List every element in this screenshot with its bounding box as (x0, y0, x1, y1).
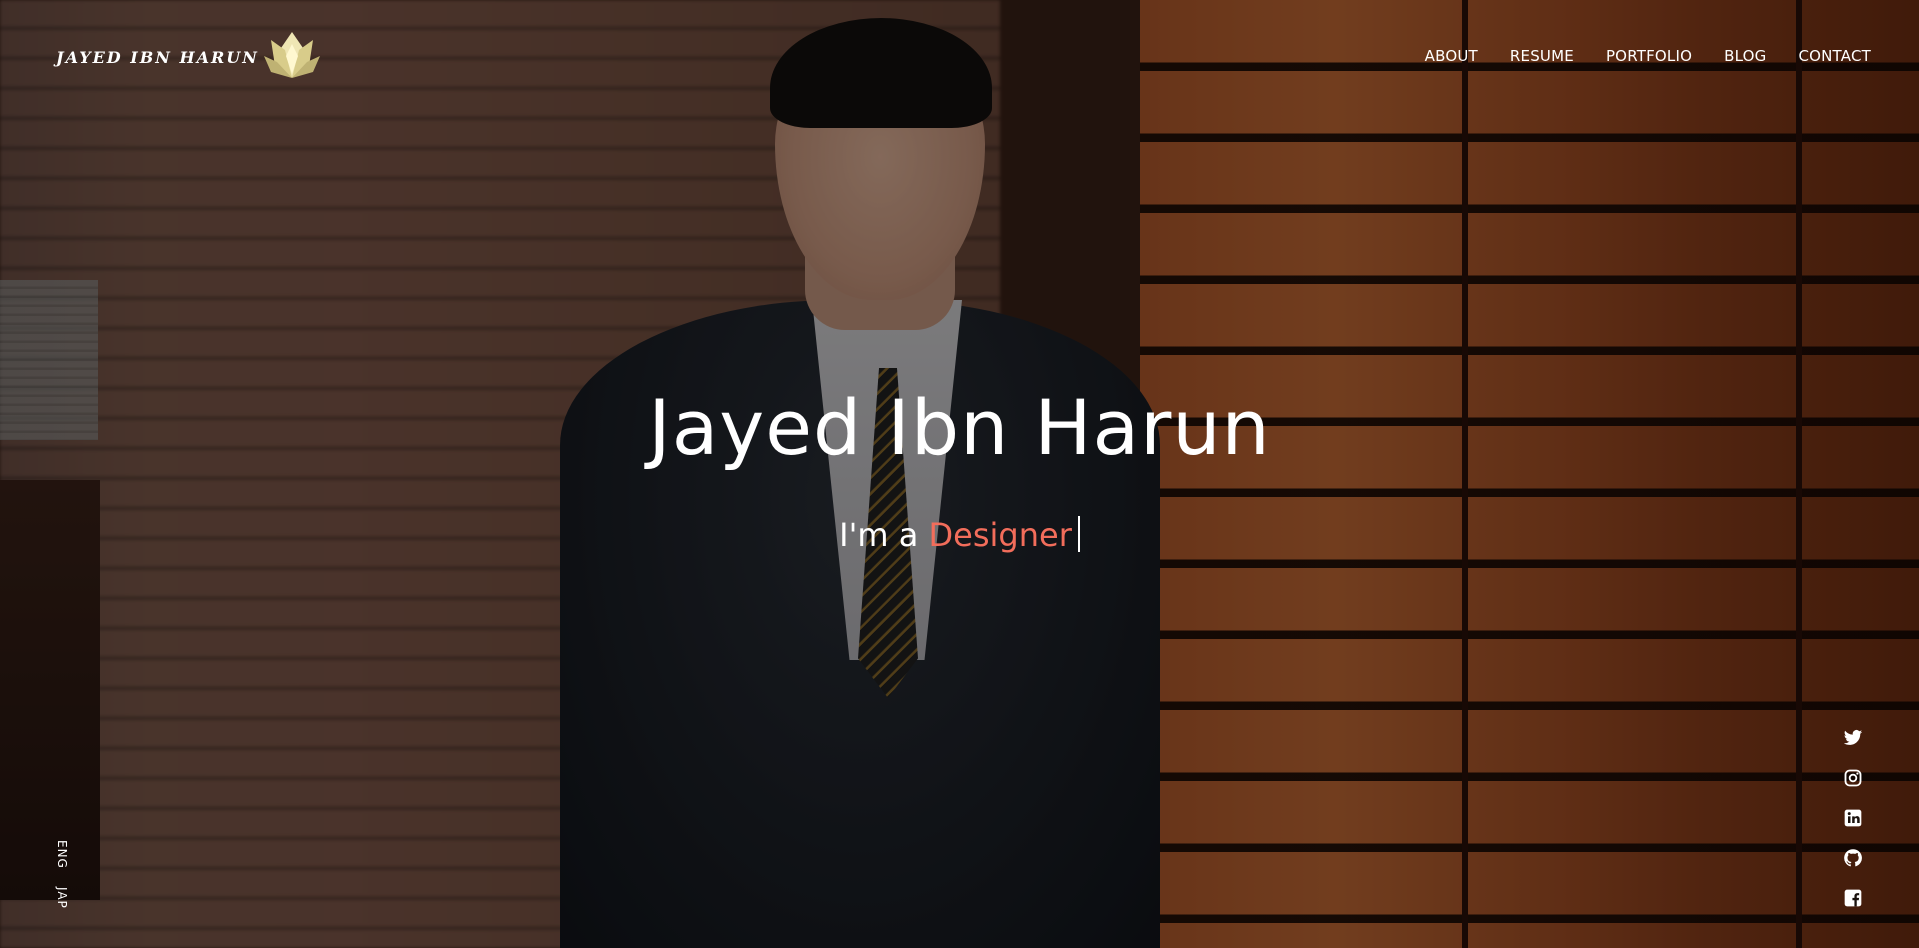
facebook-icon[interactable] (1843, 888, 1863, 908)
tagline-role: Designer (928, 516, 1072, 554)
nav-resume[interactable]: RESUME (1510, 47, 1574, 65)
main-nav: ABOUT RESUME PORTFOLIO BLOG CONTACT (1425, 47, 1871, 65)
instagram-icon[interactable] (1843, 768, 1863, 788)
site-header: JAYED IBN HARUN ABOUT RESUME PORTFOLIO B… (0, 0, 1919, 115)
dark-overlay (0, 0, 1919, 948)
lang-jap[interactable]: JAP (55, 887, 69, 909)
lotus-logo-icon (263, 32, 320, 78)
twitter-icon[interactable] (1843, 728, 1863, 748)
github-icon[interactable] (1843, 848, 1863, 868)
logo-text: JAYED IBN HARUN (56, 47, 259, 67)
nav-blog[interactable]: BLOG (1724, 47, 1766, 65)
lang-eng[interactable]: ENG (55, 840, 69, 869)
linkedin-icon[interactable] (1843, 808, 1863, 828)
logo-link[interactable]: JAYED IBN HARUN (56, 30, 321, 84)
hero-tagline: I'm a Designer (0, 516, 1919, 552)
language-switcher: ENG JAP (55, 840, 69, 909)
nav-portfolio[interactable]: PORTFOLIO (1606, 47, 1692, 65)
tagline-prefix: I'm a (839, 516, 919, 554)
hero-name: Jayed Ibn Harun (648, 383, 1271, 472)
social-links (1843, 728, 1863, 908)
nav-contact[interactable]: CONTACT (1798, 47, 1871, 65)
typing-cursor (1077, 516, 1080, 552)
nav-about[interactable]: ABOUT (1425, 47, 1478, 65)
hero-background-image (0, 0, 1919, 948)
